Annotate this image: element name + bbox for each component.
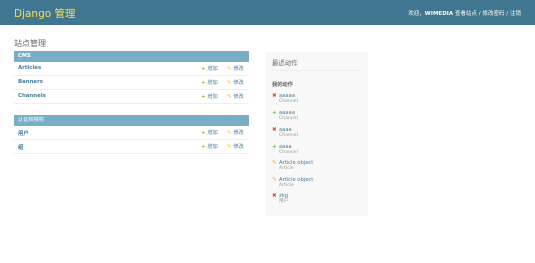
recent-action-model: Channel [279,150,298,155]
change-button[interactable]: ✎ 修改 [227,93,244,100]
edit-icon: ✎ [272,177,277,183]
view-site-link[interactable]: 查看站点 [455,11,477,17]
edit-icon: ✎ [227,94,232,100]
model-link-banners[interactable]: Banners [18,79,43,85]
change-button[interactable]: ✎ 修改 [227,129,244,136]
welcome-text: 欢迎， [408,11,425,17]
edit-icon: ✎ [227,80,232,86]
app-caption-cms[interactable]: CMS [14,51,249,62]
add-button[interactable]: + 增加 [201,93,218,100]
app-caption-auth[interactable]: 认证和授权 [14,115,249,126]
model-row-banners: Banners + 增加 ✎ 修改 [14,76,249,90]
add-icon: + [272,110,277,116]
add-icon: + [201,66,206,72]
model-row-channels: Channels + 增加 ✎ 修改 [14,90,249,104]
change-password-link[interactable]: 修改密码 [483,11,505,17]
add-icon: + [201,144,206,150]
recent-action-model: Channel [279,133,298,138]
username: WIMEDIA [424,11,454,17]
site-title[interactable]: Django 管理 [14,6,76,21]
app-module-auth: 认证和授权 用户 + 增加 ✎ 修改 组 + 增加 ✎ 修改 [14,115,249,154]
logout-link[interactable]: 注销 [510,11,521,17]
user-tools: 欢迎，WIMEDIA 查看站点 / 修改密码 / 注销 [408,9,521,17]
model-link-channels[interactable]: Channels [18,93,46,99]
delete-icon: ✖ [272,93,277,99]
recent-action-model: 用户 [279,199,289,204]
edit-icon: ✎ [227,144,232,150]
add-icon: + [201,80,206,86]
header-bar: Django 管理 欢迎，WIMEDIA 查看站点 / 修改密码 / 注销 [0,0,535,25]
divider [272,70,362,71]
add-button[interactable]: + 增加 [201,129,218,136]
recent-action-model: Channel [279,116,298,121]
model-link-articles[interactable]: Articles [18,65,41,71]
model-row-groups: 组 + 增加 ✎ 修改 [14,140,249,154]
edit-icon: ✎ [227,130,232,136]
delete-icon: ✖ [272,193,277,199]
model-row-users: 用户 + 增加 ✎ 修改 [14,126,249,140]
add-icon: + [201,94,206,100]
model-link-groups[interactable]: 组 [18,143,23,151]
page-title: 站点管理 [14,39,46,49]
app-module-cms: CMS Articles + 增加 ✎ 修改 Banners + 增加 ✎ 修改 Cha… [14,51,249,104]
add-icon: + [201,130,206,136]
change-button[interactable]: ✎ 修改 [227,143,244,150]
recent-action-model: Article [279,183,294,188]
recent-action-model: Channel [279,99,298,104]
add-icon: + [272,144,277,150]
change-button[interactable]: ✎ 修改 [227,65,244,72]
add-button[interactable]: + 增加 [201,65,218,72]
model-link-users[interactable]: 用户 [18,129,29,137]
recent-actions-title: 最近动作 [272,59,298,67]
recent-action-model: Article [279,166,294,171]
add-button[interactable]: + 增加 [201,79,218,86]
edit-icon: ✎ [227,66,232,72]
delete-icon: ✖ [272,127,277,133]
my-actions-heading: 我的动作 [272,82,293,88]
edit-icon: ✎ [272,160,277,166]
model-row-articles: Articles + 增加 ✎ 修改 [14,62,249,76]
add-button[interactable]: + 增加 [201,143,218,150]
recent-actions-panel: 最近动作 我的动作 ✖ aaaaa Channel + aaaaa Channe… [266,52,368,216]
change-button[interactable]: ✎ 修改 [227,79,244,86]
